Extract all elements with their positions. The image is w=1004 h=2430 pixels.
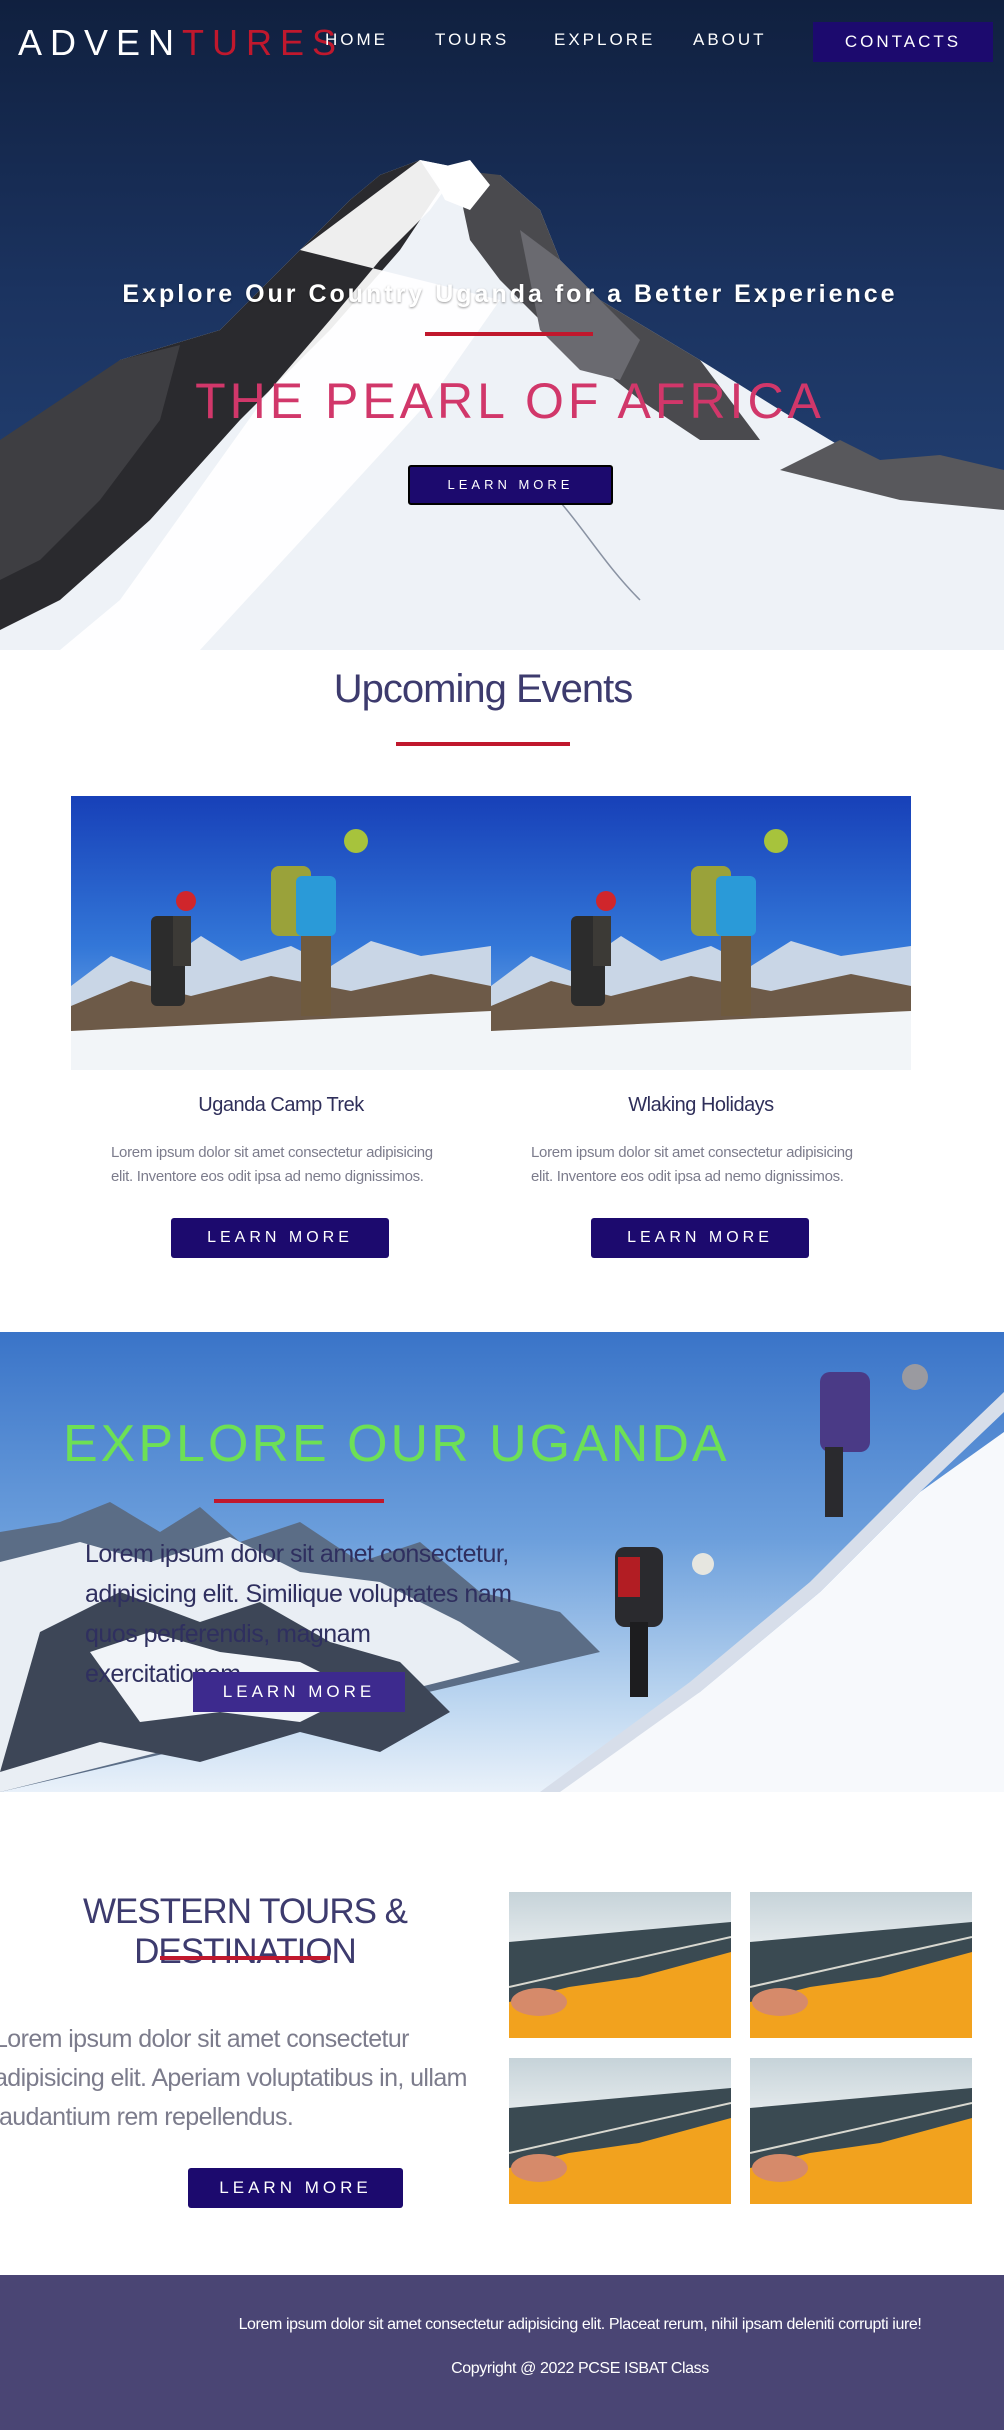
contacts-button[interactable]: CONTACTS — [813, 22, 993, 62]
nav-link-explore[interactable]: EXPLORE — [554, 30, 655, 50]
mountain-hero-image — [0, 160, 1004, 650]
explore-section: EXPLORE OUR UGANDA Lorem ipsum dolor sit… — [0, 1332, 1004, 1792]
explore-learn-more-button[interactable]: LEARN MORE — [193, 1672, 405, 1712]
nav-link-tours[interactable]: TOURS — [435, 30, 509, 50]
explore-text: Lorem ipsum dolor sit amet consectetur, … — [85, 1540, 512, 1688]
explore-title: EXPLORE OUR UGANDA — [63, 1415, 730, 1473]
events-divider — [396, 742, 570, 746]
event-card-text: Lorem ipsum dolor sit amet consectetur a… — [111, 1144, 433, 1185]
gallery-image — [509, 2058, 731, 2204]
events-title: Upcoming Events — [333, 667, 633, 711]
nav-link-about[interactable]: ABOUT — [693, 30, 767, 50]
logo-part-2: TURES — [182, 22, 345, 63]
gallery-image — [750, 1892, 972, 2038]
logo-part-1: ADVEN — [18, 22, 183, 63]
footer-copyright: Copyright @ 2022 PCSE ISBAT Class — [451, 2360, 709, 2377]
gallery-image — [750, 2058, 972, 2204]
hero-divider — [425, 332, 593, 336]
western-learn-more-button[interactable]: LEARN MORE — [188, 2168, 403, 2208]
site-logo[interactable]: ADVENTURES — [18, 22, 344, 64]
hero-title: THE PEARL OF AFRICA — [195, 373, 825, 429]
event-learn-more-button[interactable]: LEARN MORE — [591, 1218, 809, 1258]
event-card-title: Uganda Camp Trek — [198, 1094, 364, 1116]
event-card-text: Lorem ipsum dolor sit amet consectetur a… — [531, 1144, 853, 1185]
western-text: Lorem ipsum dolor sit amet consectetur a… — [0, 2025, 467, 2131]
western-divider — [160, 1956, 330, 1960]
event-card-title: Wlaking Holidays — [628, 1094, 774, 1116]
gallery-image — [509, 1892, 731, 2038]
explore-divider — [214, 1499, 384, 1503]
event-learn-more-button[interactable]: LEARN MORE — [171, 1218, 389, 1258]
top-navbar: ADVENTURES HOME TOURS EXPLORE ABOUT CONT… — [0, 0, 1004, 80]
footer-text: Lorem ipsum dolor sit amet consectetur a… — [238, 2316, 922, 2333]
hero-learn-more-button[interactable]: LEARN MORE — [408, 465, 613, 505]
hero-section: ADVENTURES HOME TOURS EXPLORE ABOUT CONT… — [0, 0, 1004, 650]
hero-subtitle: Explore Our Country Uganda for a Better … — [122, 280, 898, 308]
event-card-image — [491, 796, 911, 1070]
site-footer: Lorem ipsum dolor sit amet consectetur a… — [0, 2275, 1004, 2430]
event-card-image — [71, 796, 491, 1070]
nav-link-home[interactable]: HOME — [325, 30, 388, 50]
western-title: WESTERN TOURS & DESTINATION — [82, 1892, 408, 1971]
